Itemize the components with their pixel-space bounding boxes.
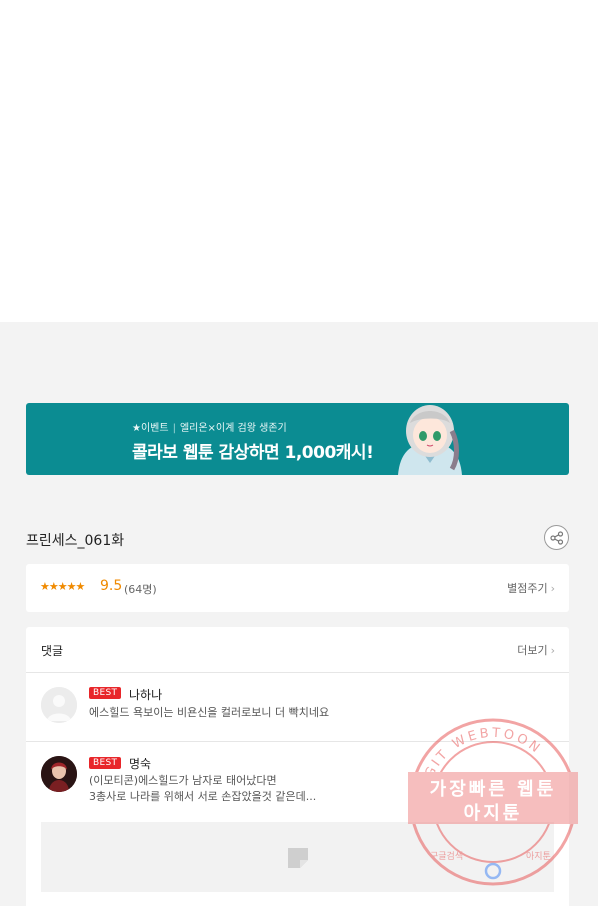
comment-author: 나하나 [129, 688, 163, 702]
comment-item: BEST 명숙 (이모티콘)에스힐드가 남자로 태어났다면 3총사로 나라를 위… [26, 742, 569, 906]
comment-author: 명숙 [129, 757, 152, 771]
comments-more-label: 더보기 [517, 644, 548, 657]
viewer-blank-area [0, 0, 598, 322]
chevron-right-icon: › [550, 582, 555, 595]
comment-text-line: (이모티콘)에스힐드가 남자로 태어났다면 [89, 774, 277, 787]
best-badge: BEST [89, 687, 122, 699]
comments-section: 댓글 더보기 › BEST 나하나 에스힐드 욕보이는 비욘신을 컬러로보니 더 … [26, 627, 569, 906]
comment-image-placeholder[interactable] [41, 822, 554, 892]
rating-panel: ★★★★★ 9.5 (64명) 별점주기 › [26, 564, 569, 612]
event-banner[interactable]: ★이벤트 | 엘리온×이계 검왕 생존기 콜라보 웹툰 감상하면 1,000캐시! [26, 403, 569, 475]
rating-stars: ★★★★★ [40, 580, 85, 593]
rating-count: (64명) [124, 583, 157, 596]
share-button[interactable] [544, 525, 569, 550]
chevron-right-icon: › [550, 644, 555, 657]
rate-button[interactable]: 별점주기 › [507, 580, 555, 596]
banner-separator: | [172, 423, 176, 434]
comments-more-button[interactable]: 더보기 › [517, 642, 555, 658]
banner-event-desc: 엘리온×이계 검왕 생존기 [179, 423, 287, 434]
comment-text: 에스힐드 욕보이는 비욘신을 컬러로보니 더 빡치네요 [89, 706, 330, 719]
rate-button-label: 별점주기 [507, 582, 548, 595]
episode-title-row: 프린세스_061화 [26, 525, 569, 553]
banner-event-line: ★이벤트 | 엘리온×이계 검왕 생존기 [132, 419, 287, 434]
comment-item: BEST 나하나 에스힐드 욕보이는 비욘신을 컬러로보니 더 빡치네요 [26, 673, 569, 742]
best-badge: BEST [89, 757, 122, 769]
episode-title: 프린세스_061화 [26, 533, 125, 549]
banner-headline: 콜라보 웹툰 감상하면 1,000캐시! [132, 443, 374, 463]
avatar[interactable] [41, 687, 77, 723]
user-avatar-image [41, 756, 77, 792]
banner-character-illustration [398, 405, 462, 475]
comment-text: (이모티콘)에스힐드가 남자로 태어났다면 3총사로 나라를 위해서 서로 손잡… [89, 773, 316, 805]
avatar[interactable] [41, 756, 77, 792]
comments-header: 댓글 더보기 › [26, 627, 569, 673]
share-icon [550, 531, 564, 545]
default-avatar-icon [41, 687, 77, 723]
comment-text-line: 3총사로 나라를 위해서 서로 손잡았을것 같은데... [89, 790, 317, 803]
comments-label: 댓글 [41, 644, 64, 658]
rating-score: 9.5 [100, 578, 123, 594]
banner-event-label: ★이벤트 [132, 423, 169, 434]
image-placeholder-icon [288, 848, 308, 868]
